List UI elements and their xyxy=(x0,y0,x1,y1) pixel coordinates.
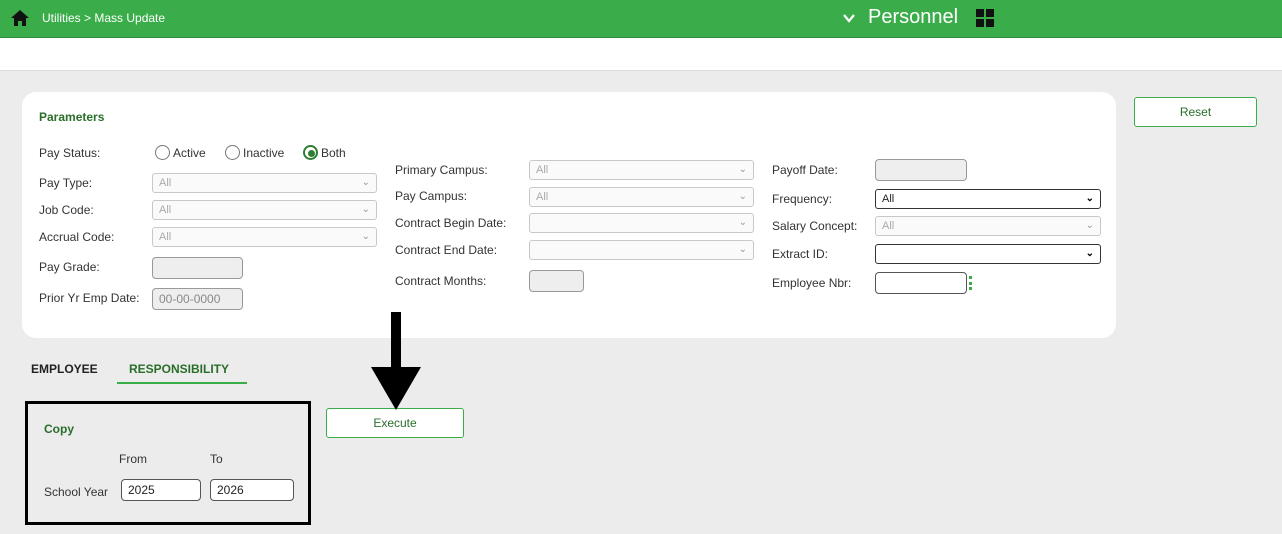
chevron-down-icon: ⌄ xyxy=(738,164,747,175)
primary-campus-value: All xyxy=(536,164,549,176)
radio-inactive[interactable]: Inactive xyxy=(225,145,284,160)
reset-button[interactable]: Reset xyxy=(1134,97,1257,127)
contract-end-date-select[interactable]: ⌄ xyxy=(529,240,754,260)
prior-yr-emp-date-label: Prior Yr Emp Date: xyxy=(39,291,140,305)
frequency-select[interactable]: All ⌄ xyxy=(875,189,1101,209)
chevron-down-icon: ⌄ xyxy=(1085,220,1094,231)
from-school-year-input[interactable]: 2025 xyxy=(121,479,201,501)
home-icon[interactable] xyxy=(10,8,30,28)
chevron-down-icon: ⌄ xyxy=(361,231,370,242)
parameters-title: Parameters xyxy=(39,110,105,124)
pay-status-label: Pay Status: xyxy=(39,146,101,160)
more-options-icon[interactable] xyxy=(969,276,973,290)
radio-circle xyxy=(155,145,170,160)
copy-to-label: To xyxy=(210,452,223,466)
primary-campus-label: Primary Campus: xyxy=(395,163,488,177)
module-title: Personnel xyxy=(868,6,959,28)
radio-circle-selected xyxy=(303,145,318,160)
chevron-down-icon: ⌄ xyxy=(738,191,747,202)
frequency-value: All xyxy=(882,193,895,205)
payoff-date-input[interactable] xyxy=(875,159,967,181)
tab-employee[interactable]: EMPLOYEE xyxy=(31,362,98,376)
pay-type-select[interactable]: All ⌄ xyxy=(152,173,377,193)
copy-section: Copy From To School Year 2025 2026 xyxy=(25,401,311,525)
chevron-down-icon: ⌄ xyxy=(361,204,370,215)
pay-type-label: Pay Type: xyxy=(39,176,93,190)
salary-concept-label: Salary Concept: xyxy=(772,219,858,233)
contract-months-input[interactable] xyxy=(529,270,584,292)
chevron-down-icon: ⌄ xyxy=(361,177,370,188)
execute-button-label: Execute xyxy=(373,416,417,430)
breadcrumb: Utilities > Mass Update xyxy=(42,11,166,25)
chevron-down-icon: ⌄ xyxy=(1085,193,1094,204)
contract-end-date-label: Contract End Date: xyxy=(395,243,498,257)
accrual-code-value: All xyxy=(159,231,172,243)
contract-months-label: Contract Months: xyxy=(395,274,487,288)
top-bar: Utilities > Mass Update Personnel xyxy=(0,0,1282,38)
accrual-code-select[interactable]: All ⌄ xyxy=(152,227,377,247)
pay-grade-input[interactable] xyxy=(152,257,243,279)
salary-concept-value: All xyxy=(882,220,895,232)
annotation-arrow-icon xyxy=(371,312,421,410)
reset-button-label: Reset xyxy=(1179,105,1212,119)
school-year-label: School Year xyxy=(44,485,109,499)
chevron-down-icon[interactable] xyxy=(842,11,856,25)
job-code-label: Job Code: xyxy=(39,203,94,217)
pay-campus-select[interactable]: All ⌄ xyxy=(529,187,754,207)
primary-campus-select[interactable]: All ⌄ xyxy=(529,160,754,180)
radio-active-label: Active xyxy=(173,145,206,160)
chevron-down-icon: ⌄ xyxy=(738,244,747,255)
tab-responsibility[interactable]: RESPONSIBILITY xyxy=(129,362,229,376)
copy-title: Copy xyxy=(44,422,74,436)
chevron-down-icon: ⌄ xyxy=(1085,248,1094,259)
job-code-select[interactable]: All ⌄ xyxy=(152,200,377,220)
radio-both[interactable]: Both xyxy=(303,145,346,160)
module-switcher[interactable]: Personnel xyxy=(842,6,995,29)
contract-begin-date-label: Contract Begin Date: xyxy=(395,216,507,230)
extract-id-select[interactable]: ⌄ xyxy=(875,244,1101,264)
payoff-date-label: Payoff Date: xyxy=(772,163,838,177)
radio-active[interactable]: Active xyxy=(155,145,206,160)
parameters-panel: Parameters Pay Status: Active Inactive B… xyxy=(22,92,1116,338)
copy-from-label: From xyxy=(119,452,147,466)
contract-begin-date-select[interactable]: ⌄ xyxy=(529,213,754,233)
pay-campus-value: All xyxy=(536,191,549,203)
radio-inactive-label: Inactive xyxy=(243,145,285,160)
job-code-value: All xyxy=(159,204,172,216)
active-tab-indicator xyxy=(117,382,247,384)
chevron-down-icon: ⌄ xyxy=(738,217,747,228)
accrual-code-label: Accrual Code: xyxy=(39,230,115,244)
pay-campus-label: Pay Campus: xyxy=(395,189,468,203)
employee-nbr-input[interactable] xyxy=(875,272,967,294)
execute-button[interactable]: Execute xyxy=(326,408,464,438)
radio-both-label: Both xyxy=(321,145,346,160)
apps-grid-icon[interactable] xyxy=(976,8,995,27)
pay-grade-label: Pay Grade: xyxy=(39,260,100,274)
employee-nbr-label: Employee Nbr: xyxy=(772,276,852,290)
pay-type-value: All xyxy=(159,177,172,189)
frequency-label: Frequency: xyxy=(772,192,833,206)
salary-concept-select[interactable]: All ⌄ xyxy=(875,216,1101,236)
extract-id-label: Extract ID: xyxy=(772,247,829,261)
prior-yr-emp-date-input[interactable]: 00-00-0000 xyxy=(152,288,243,310)
to-school-year-input[interactable]: 2026 xyxy=(210,479,294,501)
radio-circle xyxy=(225,145,240,160)
